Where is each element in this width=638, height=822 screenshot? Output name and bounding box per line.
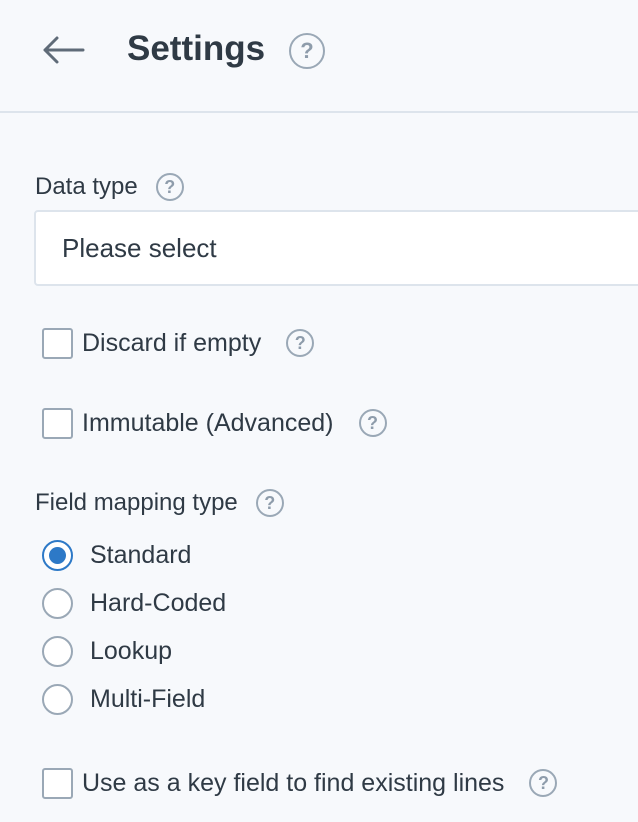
immutable-label: Immutable (Advanced) (82, 408, 334, 437)
key-field-label: Use as a key field to find existing line… (82, 768, 505, 797)
immutable-checkbox[interactable] (42, 407, 73, 439)
radio-dot (49, 546, 66, 564)
radio-button[interactable] (42, 635, 73, 667)
help-icon[interactable]: ? (529, 769, 558, 797)
immutable-checkbox-row[interactable]: Immutable (Advanced) ? (42, 407, 387, 439)
help-icon[interactable]: ? (155, 173, 184, 201)
key-field-checkbox-row[interactable]: Use as a key field to find existing line… (42, 767, 558, 799)
help-icon[interactable]: ? (286, 329, 315, 357)
discard-if-empty-label: Discard if empty (82, 328, 262, 357)
radio-lookup[interactable]: Lookup (42, 635, 172, 667)
settings-header: Settings ? (0, 0, 638, 113)
page-title: Settings (127, 29, 266, 68)
help-icon[interactable]: ? (358, 409, 387, 437)
discard-if-empty-checkbox-row[interactable]: Discard if empty ? (42, 327, 315, 359)
data-type-selected-value: Please select (62, 232, 217, 263)
field-mapping-label-row: Field mapping type ? (35, 488, 284, 518)
help-icon[interactable]: ? (255, 489, 284, 517)
data-type-label-row: Data type ? (35, 172, 184, 202)
radio-standard[interactable]: Standard (42, 539, 191, 571)
radio-hard-coded-label: Hard-Coded (90, 588, 227, 617)
data-type-label: Data type (35, 173, 138, 200)
radio-hard-coded[interactable]: Hard-Coded (42, 587, 226, 619)
radio-multi-field[interactable]: Multi-Field (42, 683, 205, 715)
radio-button[interactable] (42, 683, 73, 715)
radio-lookup-label: Lookup (90, 636, 173, 665)
field-mapping-label: Field mapping type (35, 489, 238, 516)
radio-button[interactable] (42, 587, 73, 619)
discard-if-empty-checkbox[interactable] (42, 327, 73, 359)
radio-multi-field-label: Multi-Field (90, 684, 206, 713)
data-type-select[interactable]: Please select (34, 210, 638, 286)
key-field-checkbox[interactable] (42, 767, 73, 799)
help-icon[interactable]: ? (289, 33, 325, 69)
arrow-left-icon (43, 36, 85, 64)
radio-standard-label: Standard (90, 540, 192, 569)
back-button[interactable] (40, 30, 86, 70)
radio-button-checked[interactable] (42, 539, 73, 571)
